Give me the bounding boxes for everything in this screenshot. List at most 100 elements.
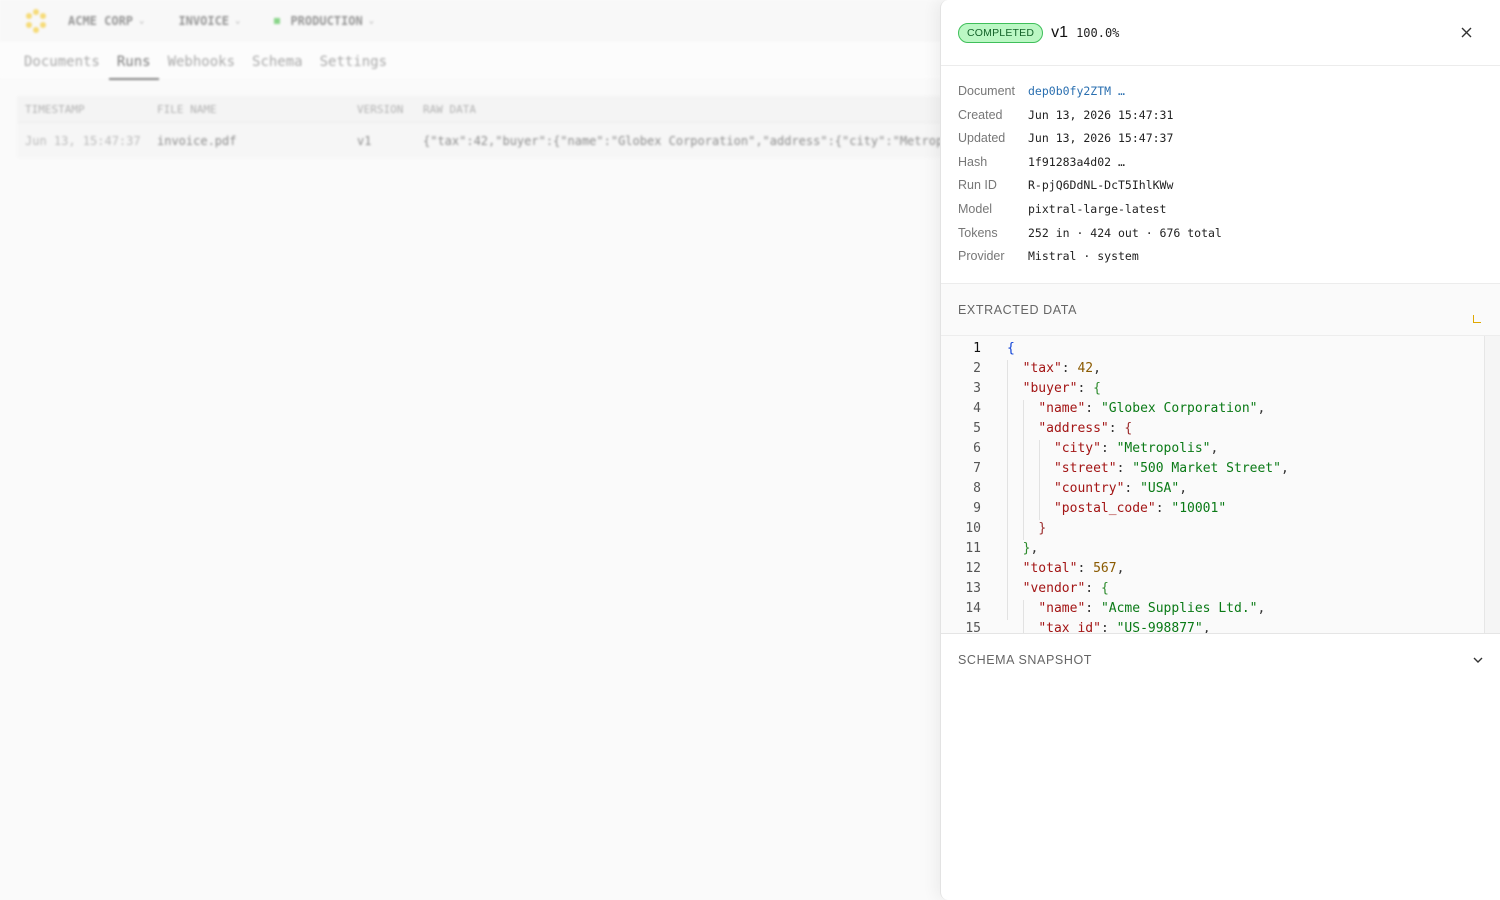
column-header-file-name[interactable]: FILE NAME [157,103,357,116]
line-number: 5 [973,420,981,436]
meta-label: Provider [958,249,1005,264]
code-text: "tax": 42, [1022,360,1101,376]
cell-raw-data: {"tax":42,"buyer":{"name":"Globex Corpor… [423,133,944,148]
code-line: 12 "total": 567, [941,558,1484,578]
panel-header: COMPLETED v1 100.0% [941,0,1500,66]
code-text: }, [1022,540,1039,556]
meta-label: Tokens [958,225,998,240]
meta-row-provider: Provider Mistral · system [958,245,1483,269]
run-metadata: Document dep0b0fy2ZTM … Created Jun 13, … [941,66,1500,284]
indent-guide [1023,600,1024,633]
code-text: "city": "Metropolis", [1053,440,1219,456]
close-icon [1461,27,1471,37]
environment-selector[interactable]: PRODUCTION ⌄ [274,14,374,28]
code-text: "total": 567, [1022,560,1125,576]
line-number: 12 [965,560,981,576]
extracted-data-header[interactable]: EXTRACTED DATA [941,284,1500,336]
schema-snapshot-title: SCHEMA SNAPSHOT [958,653,1093,667]
code-text: "country": "USA", [1053,480,1188,496]
column-header-raw-data[interactable]: RAW DATA [423,103,957,116]
line-number: 3 [973,380,981,396]
meta-value[interactable]: 1f91283a4d02 … [1028,155,1125,169]
code-line: 11 }, [941,538,1484,558]
close-button[interactable] [1456,22,1476,42]
org-selector[interactable]: ACME CORP ⌄ [68,14,144,28]
line-number: 11 [965,540,981,556]
line-number: 8 [973,480,981,496]
meta-row-updated: Updated Jun 13, 2026 15:47:37 [958,127,1483,151]
run-percent: 100.0% [1076,25,1120,40]
tab-schema[interactable]: Schema [252,54,303,78]
meta-value: Jun 13, 2026 15:47:31 [1028,107,1174,122]
tab-settings[interactable]: Settings [320,54,387,78]
meta-row-run-id: Run ID R-pjQ6DdNL-DcT5IhlKWw [958,174,1483,198]
table-header: TIMESTAMP FILE NAME VERSION RAW DATA [17,96,957,122]
code-line: 13 "vendor": { [941,578,1484,598]
meta-label: Model [958,201,993,216]
code-text: } [1038,520,1047,536]
cell-file-name: invoice.pdf [157,133,237,148]
line-number: 4 [973,400,981,416]
meta-value: 252 in · 424 out · 676 total [1028,225,1222,240]
json-viewer[interactable]: 1{2 "tax": 42, 3 "buyer": {4 "name": "Glo… [941,336,1500,634]
meta-label: Hash [958,154,988,169]
meta-label: Run ID [958,178,997,193]
code-text: "tax_id": "US-998877", [1038,620,1211,634]
column-header-timestamp[interactable]: TIMESTAMP [17,103,157,116]
code-text: "buyer": { [1022,380,1101,396]
code-lines: 1{2 "tax": 42, 3 "buyer": {4 "name": "Glo… [941,338,1484,633]
indent-guide [1039,440,1040,520]
meta-row-created: Created Jun 13, 2026 15:47:31 [958,104,1483,128]
doc-type-name: INVOICE [178,14,230,28]
tab-webhooks[interactable]: Webhooks [168,54,235,78]
extracted-data-title: EXTRACTED DATA [958,302,1078,317]
runs-table: TIMESTAMP FILE NAME VERSION RAW DATA Jun… [17,96,957,158]
line-number: 10 [965,520,981,536]
code-line: 3 "buyer": { [941,378,1484,398]
meta-label: Created [958,107,1003,122]
meta-value: R-pjQ6DdNL-DcT5IhlKWw [1028,178,1174,193]
indent-guide [1007,360,1008,620]
schema-snapshot-header[interactable]: SCHEMA SNAPSHOT [941,634,1500,686]
meta-row-model: Model pixtral-large-latest [958,198,1483,222]
document-link[interactable]: dep0b0fy2ZTM … [1028,84,1125,98]
chevron-down-icon: ⌄ [139,16,145,26]
run-detail-panel: COMPLETED v1 100.0% Document dep0b0fy2ZT… [940,0,1500,900]
cell-version: v1 [357,133,372,148]
code-text: "address": { [1038,420,1133,436]
meta-label: Document [958,84,1015,98]
indent-guide [1023,400,1024,540]
resize-corner-icon [1473,314,1481,323]
line-number: 2 [973,360,981,376]
org-name: ACME CORP [68,14,134,28]
doc-type-selector[interactable]: INVOICE ⌄ [178,14,240,28]
code-line: 2 "tax": 42, [941,358,1484,378]
tab-documents[interactable]: Documents [24,54,100,78]
code-scrollbar[interactable] [1484,336,1500,633]
code-line: 1{ [941,338,1484,358]
chevron-down-icon: ⌄ [368,16,375,26]
line-number: 7 [973,460,981,476]
code-text: { [1007,340,1015,356]
code-text: "postal_code": "10001" [1053,500,1227,516]
status-badge: COMPLETED [958,22,1044,43]
chevron-down-icon: ⌄ [235,16,241,26]
code-text: "street": "500 Market Street", [1053,460,1289,476]
meta-row-hash: Hash 1f91283a4d02 … [958,151,1483,175]
table-row[interactable]: Jun 13, 15:47:37 invoice.pdf v1 {"tax":4… [17,122,957,158]
environment-name: PRODUCTION [290,14,363,28]
run-version: v1 [1051,23,1069,41]
column-header-version[interactable]: VERSION [357,103,423,116]
chevron-down-icon [1473,657,1483,663]
meta-value: pixtral-large-latest [1028,201,1167,216]
env-status-dot [274,18,281,24]
meta-value: Jun 13, 2026 15:47:37 [1028,131,1174,146]
line-number: 15 [965,620,981,634]
code-text: "vendor": { [1022,580,1109,596]
meta-row-document: Document dep0b0fy2ZTM … [958,80,1483,104]
meta-label: Updated [958,131,1006,146]
line-number: 13 [965,580,981,596]
line-number: 14 [965,600,981,616]
line-number: 6 [973,440,981,456]
tab-runs[interactable]: Runs [108,54,159,80]
